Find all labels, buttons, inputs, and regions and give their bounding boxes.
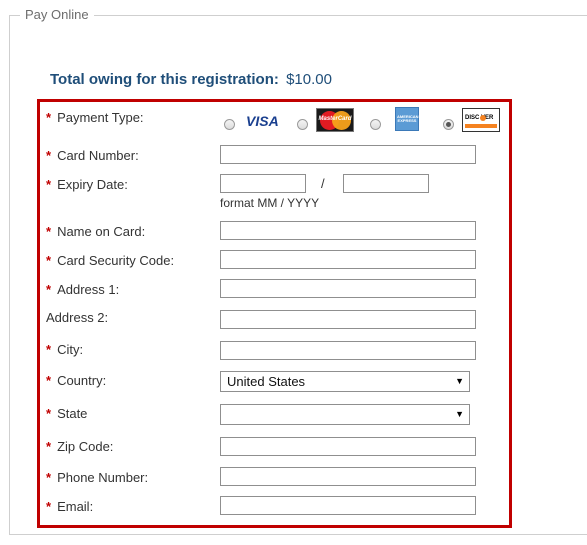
name-on-card-input[interactable] [220,221,476,240]
state-label: * State [46,406,88,421]
country-select[interactable]: United States ▼ [220,371,470,392]
expiry-month-input[interactable] [220,174,306,193]
payment-radio-discover[interactable] [443,119,454,130]
amex-logo-icon: AMERICAN EXPRESS [395,107,419,131]
email-input[interactable] [220,496,476,515]
state-select[interactable]: ▼ [220,404,470,425]
discover-logo-icon: DISC VER [462,108,500,132]
address1-input[interactable] [220,279,476,298]
payment-radio-amex[interactable] [370,119,381,130]
visa-logo-icon: VISA [246,113,279,129]
expiry-format-hint: format MM / YYYY [220,196,320,210]
country-label: * Country: [46,373,107,388]
mastercard-logo-icon: MasterCard [316,108,354,132]
required-marker: * [46,110,52,125]
chevron-down-icon: ▼ [455,409,464,419]
name-on-card-label: * Name on Card: [46,224,146,239]
card-number-label: * Card Number: [46,148,139,163]
security-code-label: * Card Security Code: [46,253,175,268]
phone-number-label: * Phone Number: [46,470,149,485]
address2-label: Address 2: [46,310,109,325]
expiry-separator: / [321,176,325,191]
expiry-date-label: * Expiry Date: [46,177,128,192]
phone-number-input[interactable] [220,467,476,486]
total-owing: Total owing for this registration: $10.0… [50,71,332,88]
card-number-input[interactable] [220,145,476,164]
city-input[interactable] [220,341,476,360]
security-code-input[interactable] [220,250,476,269]
expiry-year-input[interactable] [343,174,429,193]
zip-code-label: * Zip Code: [46,439,114,454]
country-selected-value: United States [227,374,306,389]
address1-label: * Address 1: [46,282,120,297]
total-owing-label: Total owing for this registration: [50,71,279,88]
email-label: * Email: [46,499,94,514]
fieldset-legend: Pay Online [20,7,94,22]
payment-radio-mastercard[interactable] [297,119,308,130]
city-label: * City: [46,342,84,357]
payment-type-label: * Payment Type: [46,110,144,125]
chevron-down-icon: ▼ [455,376,464,386]
total-owing-amount: $10.00 [286,71,332,88]
zip-code-input[interactable] [220,437,476,456]
address2-input[interactable] [220,310,476,329]
payment-radio-visa[interactable] [224,119,235,130]
